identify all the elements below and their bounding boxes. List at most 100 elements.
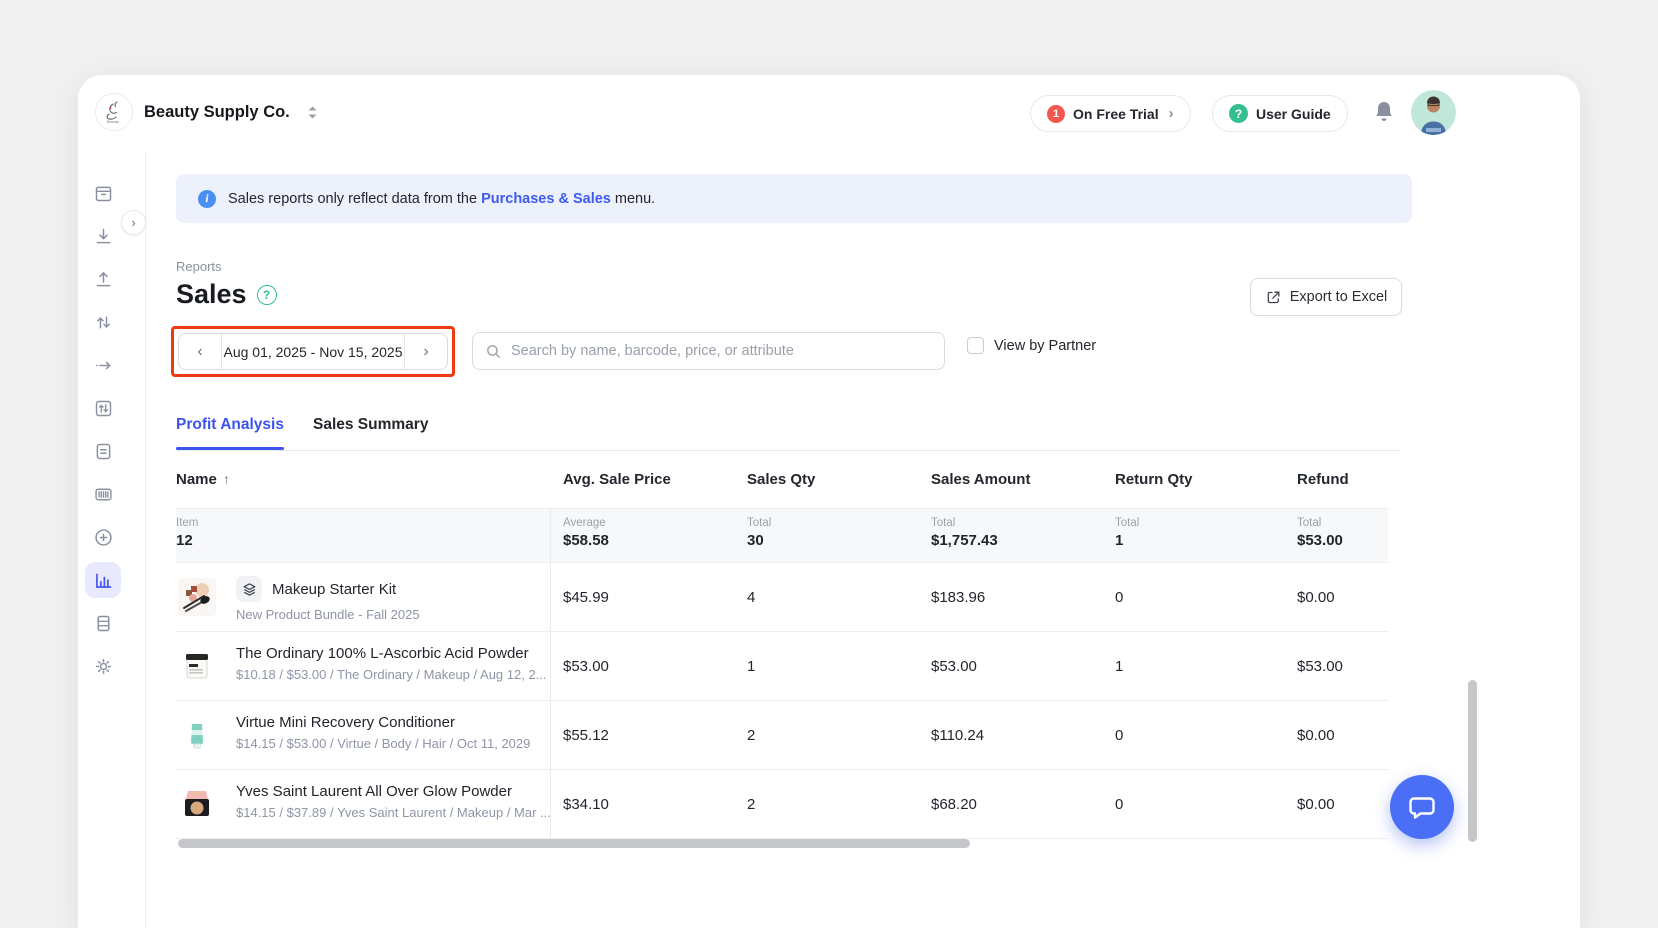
product-thumbnail	[178, 578, 216, 616]
annotation-highlight-box: ‹ Aug 01, 2025 - Nov 15, 2025 ›	[171, 326, 455, 377]
sidebar-item-stock-adjustment[interactable]	[85, 390, 121, 426]
sidebar-item-add-new[interactable]	[85, 519, 121, 555]
table-row[interactable]: Virtue Mini Recovery Conditioner $14.15 …	[176, 701, 1388, 770]
horizontal-scrollbar[interactable]	[178, 839, 970, 848]
cell-refund: $53.00	[1297, 658, 1343, 675]
sidebar-item-transfer[interactable]	[85, 304, 121, 340]
upload-icon	[93, 269, 114, 290]
table-row[interactable]: Yves Saint Laurent All Over Glow Powder …	[176, 770, 1388, 839]
product-subtitle: $14.15 / $37.89 / Yves Saint Laurent / M…	[236, 805, 551, 820]
gear-icon	[93, 656, 114, 677]
company-logo[interactable]: beauty	[95, 93, 133, 131]
product-name[interactable]: Makeup Starter Kit	[272, 581, 396, 598]
column-header-avg-sale-price[interactable]: Avg. Sale Price	[563, 471, 671, 488]
sidebar-item-purchases-in[interactable]	[85, 218, 121, 254]
cell-avg-sale-price: $45.99	[563, 589, 609, 606]
vertical-scrollbar[interactable]	[1468, 680, 1477, 842]
sort-ascending-icon[interactable]: ↑	[223, 471, 230, 487]
company-name[interactable]: Beauty Supply Co.	[144, 103, 290, 122]
date-prev-button[interactable]: ‹	[179, 334, 221, 369]
free-trial-button[interactable]: 1 On Free Trial ›	[1030, 95, 1191, 132]
product-thumbnail	[178, 716, 216, 754]
cell-return-qty: 0	[1115, 589, 1123, 606]
download-icon	[93, 226, 114, 247]
help-icon[interactable]: ?	[257, 285, 277, 305]
cell-refund: $0.00	[1297, 589, 1335, 606]
sidebar-item-products[interactable]	[85, 175, 121, 211]
search-box	[472, 332, 945, 370]
page-title: Sales ?	[176, 279, 277, 310]
chat-widget-button[interactable]	[1390, 775, 1454, 839]
table-row[interactable]: Makeup Starter Kit New Product Bundle - …	[176, 563, 1388, 632]
cell-sales-qty: 2	[747, 796, 755, 813]
summary-total-qty: Total30	[747, 517, 771, 549]
table-row[interactable]: The Ordinary 100% L-Ascorbic Acid Powder…	[176, 632, 1388, 701]
trial-badge-icon: 1	[1047, 105, 1065, 123]
sidebar-item-barcode[interactable]	[85, 476, 121, 512]
document-icon	[93, 441, 114, 462]
column-header-sales-amount[interactable]: Sales Amount	[931, 471, 1030, 488]
column-header-name[interactable]: Name↑	[176, 471, 230, 488]
adjustment-icon	[93, 398, 114, 419]
arrow-right-dashed-icon	[93, 355, 114, 376]
export-to-excel-button[interactable]: Export to Excel	[1250, 278, 1402, 316]
sidebar-item-notes[interactable]	[85, 433, 121, 469]
product-subtitle: New Product Bundle - Fall 2025	[236, 607, 420, 622]
cell-sales-amount: $68.20	[931, 796, 977, 813]
cell-sales-qty: 1	[747, 658, 755, 675]
product-name[interactable]: Virtue Mini Recovery Conditioner	[236, 714, 455, 731]
export-icon	[1265, 289, 1282, 306]
sidebar-expand-button[interactable]: ›	[121, 210, 146, 235]
barcode-icon	[93, 484, 114, 505]
product-subtitle: $14.15 / $53.00 / Virtue / Body / Hair /…	[236, 736, 530, 751]
user-avatar[interactable]	[1411, 90, 1456, 135]
sidebar-item-database[interactable]	[85, 605, 121, 641]
date-range-value: Aug 01, 2025 - Nov 15, 2025	[222, 344, 404, 360]
product-thumbnail	[178, 647, 216, 685]
chat-bubble-icon	[1407, 792, 1437, 822]
cell-return-qty: 1	[1115, 658, 1123, 675]
tab-sales-summary[interactable]: Sales Summary	[313, 416, 428, 434]
banner-text: Sales reports only reflect data from the…	[228, 191, 655, 207]
cell-sales-amount: $183.96	[931, 589, 985, 606]
cell-sales-amount: $110.24	[931, 727, 984, 744]
sidebar-item-settings[interactable]	[85, 648, 121, 684]
trial-label: On Free Trial	[1073, 106, 1159, 122]
cell-avg-sale-price: $34.10	[563, 796, 609, 813]
cell-sales-qty: 4	[747, 589, 755, 606]
bar-chart-icon	[93, 570, 114, 591]
user-guide-label: User Guide	[1256, 106, 1331, 122]
notifications-bell-icon[interactable]	[1372, 99, 1396, 127]
product-thumbnail	[178, 785, 216, 823]
sidebar-item-sales-out[interactable]	[85, 261, 121, 297]
date-range-picker[interactable]: ‹ Aug 01, 2025 - Nov 15, 2025 ›	[178, 333, 448, 370]
product-name[interactable]: The Ordinary 100% L-Ascorbic Acid Powder	[236, 645, 529, 662]
user-guide-button[interactable]: ? User Guide	[1212, 95, 1348, 132]
purchases-sales-link[interactable]: Purchases & Sales	[481, 191, 611, 207]
chevron-right-icon: ›	[1169, 105, 1174, 122]
search-input[interactable]	[511, 343, 932, 359]
tab-profit-analysis[interactable]: Profit Analysis	[176, 416, 284, 434]
sidebar-item-reports[interactable]	[85, 562, 121, 598]
database-icon	[93, 613, 114, 634]
product-name[interactable]: Yves Saint Laurent All Over Glow Powder	[236, 783, 512, 800]
plus-circle-icon	[93, 527, 114, 548]
column-header-sales-qty[interactable]: Sales Qty	[747, 471, 815, 488]
partner-checkbox[interactable]	[967, 337, 984, 354]
cell-refund: $0.00	[1297, 796, 1335, 813]
summary-total-refund: Total$53.00	[1297, 517, 1343, 549]
column-header-refund[interactable]: Refund	[1297, 471, 1349, 488]
table-body: Makeup Starter Kit New Product Bundle - …	[176, 563, 1388, 839]
column-header-return-qty[interactable]: Return Qty	[1115, 471, 1193, 488]
cell-avg-sale-price: $53.00	[563, 658, 609, 675]
cell-return-qty: 0	[1115, 727, 1123, 744]
bundle-icon	[236, 576, 262, 602]
sidebar-item-dispatch[interactable]	[85, 347, 121, 383]
partner-label: View by Partner	[994, 338, 1096, 354]
sidebar-divider	[145, 151, 146, 928]
view-by-partner-toggle[interactable]: View by Partner	[967, 337, 1096, 354]
company-switcher-icon[interactable]	[306, 105, 319, 125]
product-subtitle: $10.18 / $53.00 / The Ordinary / Makeup …	[236, 667, 547, 682]
date-next-button[interactable]: ›	[405, 334, 447, 369]
cell-return-qty: 0	[1115, 796, 1123, 813]
